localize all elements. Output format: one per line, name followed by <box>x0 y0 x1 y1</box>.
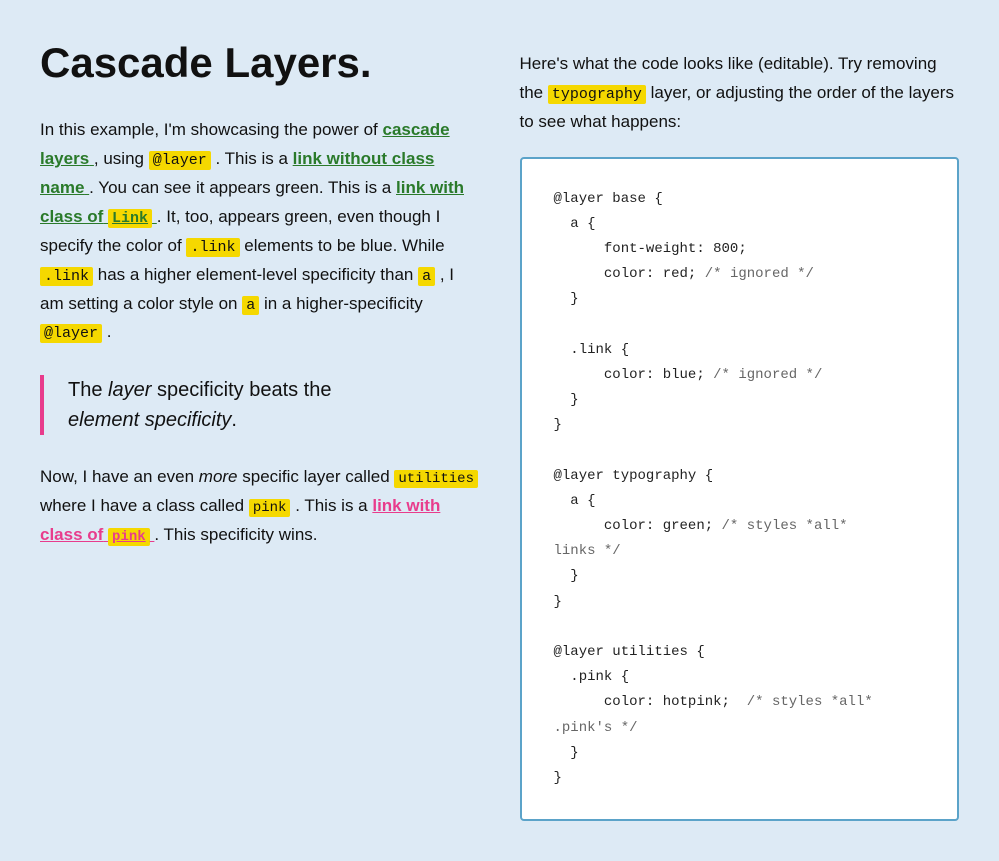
blockquote-text: The layer specificity beats the element … <box>68 375 480 435</box>
second-part2: specific layer called <box>242 467 394 486</box>
intro-paragraph: In this example, I'm showcasing the powe… <box>40 116 480 347</box>
second-part3: where I have a class called <box>40 496 249 515</box>
right-column: Here's what the code looks like (editabl… <box>520 40 960 821</box>
right-description: Here's what the code looks like (editabl… <box>520 50 960 137</box>
blockquote: The layer specificity beats the element … <box>40 375 480 435</box>
typography-highlight: typography <box>548 85 646 104</box>
at-layer-code-2: @layer <box>40 324 102 343</box>
intro-part7: has a higher element-level specificity t… <box>98 265 418 284</box>
a-code-1: a <box>418 267 435 286</box>
layer-em: layer <box>108 379 151 401</box>
intro-part10: . <box>107 322 112 341</box>
intro-part3: . This is a <box>215 149 287 168</box>
at-layer-code-1: @layer <box>149 151 211 170</box>
intro-part4: . You can see it appears green. This is … <box>89 178 391 197</box>
link-code-highlight: Link <box>108 209 152 228</box>
a-code-2: a <box>242 296 259 315</box>
second-part1: Now, I have an even <box>40 467 199 486</box>
more-em: more <box>199 467 238 486</box>
second-part4: . This is a <box>295 496 372 515</box>
utilities-code: utilities <box>394 470 478 488</box>
pink-highlight: pink <box>108 528 150 546</box>
intro-part6: elements to be blue. While <box>244 236 444 255</box>
pink-code: pink <box>249 499 291 517</box>
dot-link-code-1: .link <box>186 238 239 257</box>
left-column: Cascade Layers. In this example, I'm sho… <box>40 40 480 821</box>
intro-part9: in a higher-specificity <box>264 294 423 313</box>
page-title: Cascade Layers. <box>40 40 480 86</box>
second-paragraph: Now, I have an even more specific layer … <box>40 463 480 550</box>
dot-link-code-2: .link <box>40 267 93 286</box>
intro-text-part1: In this example, I'm showcasing the powe… <box>40 120 378 139</box>
second-part5: . This specificity wins. <box>154 525 317 544</box>
intro-part2: , using <box>94 149 144 168</box>
page-layout: Cascade Layers. In this example, I'm sho… <box>40 40 959 821</box>
code-editor[interactable]: @layer base { a { font-weight: 800; colo… <box>520 157 960 822</box>
element-specificity-em: element specificity <box>68 409 231 431</box>
